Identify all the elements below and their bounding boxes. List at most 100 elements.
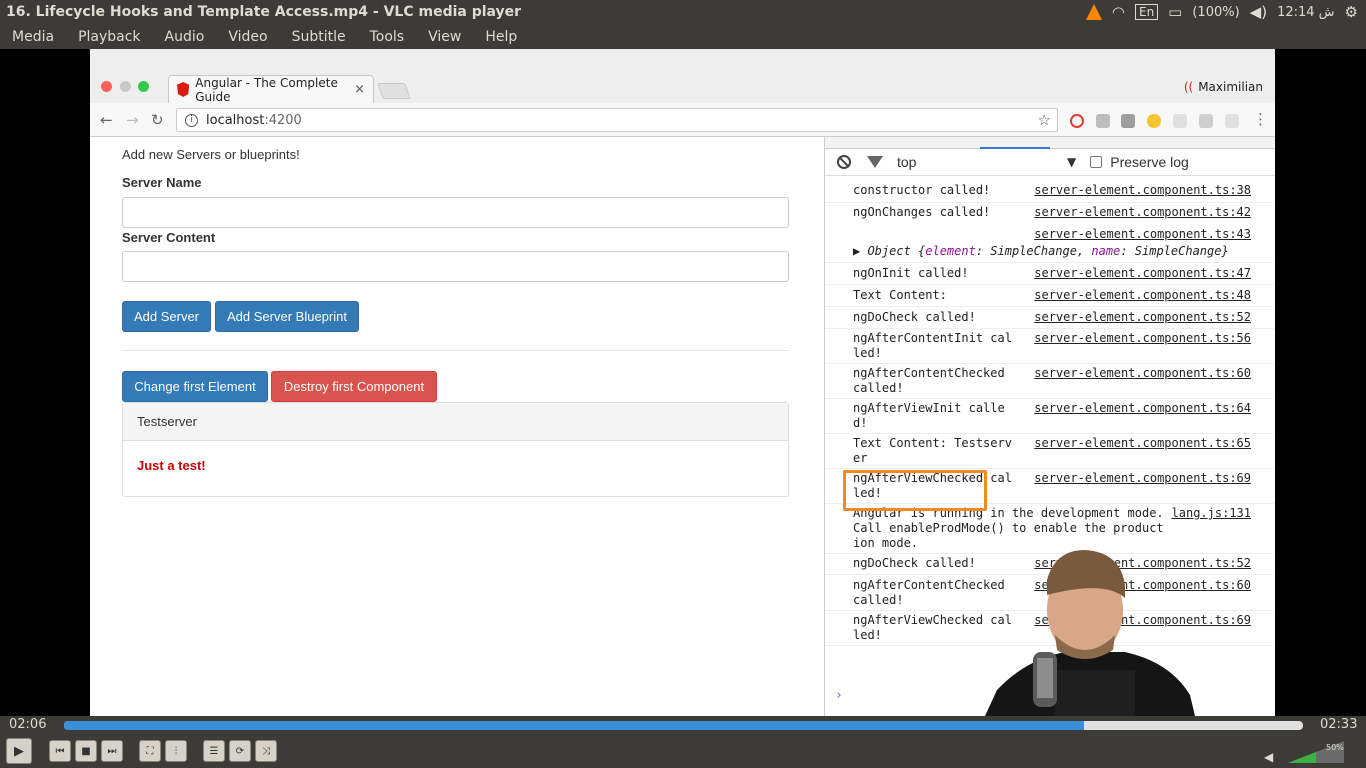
grid-extension-icon[interactable] — [1173, 114, 1187, 128]
image-extension-icon[interactable] — [1121, 114, 1135, 128]
profile-icon: (( — [1183, 80, 1194, 94]
seek-bar[interactable] — [64, 721, 1303, 730]
bookmark-star-icon[interactable]: ☆ — [1038, 111, 1051, 129]
log-message: ngAfterViewInit called! — [853, 401, 1005, 430]
log-separator — [825, 398, 1275, 399]
keyboard-layout-indicator[interactable]: En — [1134, 4, 1159, 20]
stop-button[interactable]: ■ — [75, 740, 97, 762]
gear-icon[interactable]: ⚙ — [1345, 3, 1358, 21]
log-source-link[interactable]: server-element.component.ts:38 — [1034, 183, 1251, 198]
back-arrow-icon[interactable]: ← — [100, 111, 113, 129]
reload-icon[interactable]: ↻ — [151, 111, 164, 129]
log-source-link[interactable]: server-element.component.ts:64 — [1034, 401, 1251, 416]
log-object-expander[interactable]: ▶ Object {element: SimpleChange, name: S… — [853, 244, 1229, 259]
log-source-link[interactable]: server-element.component.ts:52 — [1034, 310, 1251, 325]
fullscreen-button[interactable]: ⛶ — [139, 740, 161, 762]
divider — [122, 350, 789, 351]
seek-progress — [64, 721, 1084, 730]
playlist-icon: ☰ — [209, 745, 219, 757]
extended-settings-button[interactable]: ⫶ — [165, 740, 187, 762]
log-separator — [825, 262, 1275, 263]
total-time[interactable]: 02:33 — [1320, 717, 1357, 732]
preserve-log-checkbox[interactable] — [1090, 156, 1103, 168]
cast-extension-icon[interactable] — [1225, 114, 1239, 128]
panel-body: Just a test! — [137, 458, 206, 473]
menu-video[interactable]: Video — [216, 29, 279, 45]
volume-icon[interactable]: ◀) — [1250, 3, 1267, 21]
loop-icon: ⟳ — [235, 745, 245, 757]
fullscreen-icon: ⛶ — [146, 745, 154, 757]
window-title: 16. Lifecycle Hooks and Template Access.… — [6, 4, 522, 20]
context-selector[interactable]: top — [897, 154, 1067, 170]
clear-console-icon[interactable] — [837, 155, 851, 169]
vlc-cone-icon[interactable] — [1085, 4, 1102, 20]
battery-percent: (100%) — [1192, 4, 1240, 20]
menu-subtitle[interactable]: Subtitle — [280, 29, 358, 45]
menu-playback[interactable]: Playback — [66, 29, 152, 45]
server-content-input[interactable] — [122, 251, 789, 282]
maximize-window-icon[interactable] — [138, 81, 149, 92]
menu-audio[interactable]: Audio — [153, 29, 217, 45]
forward-arrow-icon[interactable]: → — [126, 111, 139, 129]
wifi-icon[interactable]: ◠ — [1112, 3, 1125, 21]
minimize-window-icon[interactable] — [120, 81, 131, 92]
moon-extension-icon[interactable] — [1147, 114, 1161, 128]
menu-media[interactable]: Media — [0, 29, 66, 45]
add-server-blueprint-button[interactable]: Add Server Blueprint — [215, 301, 359, 332]
chevron-down-icon[interactable]: ▼ — [1067, 155, 1076, 169]
log-source-link[interactable]: server-element.component.ts:56 — [1034, 331, 1251, 346]
log-source-link[interactable]: server-element.component.ts:42 — [1034, 205, 1251, 220]
preserve-log-label: Preserve log — [1110, 154, 1189, 170]
shuffle-button[interactable]: ⤨ — [255, 740, 277, 762]
add-server-button[interactable]: Add Server — [122, 301, 211, 332]
close-window-icon[interactable] — [101, 81, 112, 92]
log-source-link[interactable]: server-element.component.ts:69 — [1034, 471, 1251, 486]
highlight-box — [843, 470, 987, 511]
pen-extension-icon[interactable] — [1096, 114, 1110, 128]
log-source-link[interactable]: server-element.component.ts:43 — [1034, 227, 1251, 242]
browser-toolbar: ← → ↻ i localhost:4200 ☆ ⋮ — [90, 103, 1275, 137]
tab-close-icon[interactable]: × — [354, 82, 365, 97]
change-first-element-button[interactable]: Change first Element — [122, 371, 268, 402]
opera-extension-icon[interactable] — [1070, 114, 1084, 128]
profile-button[interactable]: (( Maximilian — [1184, 80, 1263, 94]
previous-icon: ⏮ — [55, 745, 65, 757]
log-separator — [825, 328, 1275, 329]
info-icon[interactable]: i — [185, 113, 198, 127]
menu-view[interactable]: View — [416, 29, 473, 45]
log-message: constructor called! — [853, 183, 991, 197]
destroy-first-component-button[interactable]: Destroy first Component — [271, 371, 437, 402]
log-source-link[interactable]: server-element.component.ts:60 — [1034, 366, 1251, 381]
menu-dots-icon[interactable]: ⋮ — [1253, 110, 1268, 128]
log-source-link[interactable]: server-element.component.ts:47 — [1034, 266, 1251, 281]
new-tab-button[interactable] — [377, 83, 411, 99]
server-content-label: Server Content — [122, 230, 216, 245]
menu-tools[interactable]: Tools — [358, 29, 417, 45]
filter-extension-icon[interactable] — [1199, 114, 1213, 128]
play-button[interactable]: ▶ — [6, 738, 32, 764]
next-button[interactable]: ⏭ — [101, 740, 123, 762]
menu-help[interactable]: Help — [473, 29, 529, 45]
log-message: ngOnChanges called! — [853, 205, 991, 219]
previous-button[interactable]: ⏮ — [49, 740, 71, 762]
angular-icon — [177, 82, 190, 97]
log-source-link[interactable]: lang.js:131 — [1172, 506, 1251, 521]
battery-icon[interactable]: ▭ — [1168, 3, 1182, 21]
clock[interactable]: 12:14 ش — [1277, 5, 1334, 20]
speaker-icon[interactable]: ◀ — [1264, 750, 1273, 764]
shuffle-icon: ⤨ — [262, 745, 270, 757]
loop-button[interactable]: ⟳ — [229, 740, 251, 762]
log-message: ngAfterContentInit called! — [853, 331, 1012, 360]
playlist-button[interactable]: ☰ — [203, 740, 225, 762]
log-source-link[interactable]: server-element.component.ts:65 — [1034, 436, 1251, 451]
console-prompt[interactable]: › — [835, 688, 843, 703]
log-message: Text Content: Testserver — [853, 436, 1012, 465]
browser-tab[interactable]: Angular - The Complete Guide × — [168, 75, 374, 104]
url-port: :4200 — [264, 112, 302, 128]
address-bar[interactable]: i localhost:4200 ☆ — [176, 108, 1058, 132]
filter-icon[interactable] — [867, 156, 883, 168]
server-name-input[interactable] — [122, 197, 789, 228]
elapsed-time[interactable]: 02:06 — [9, 717, 46, 732]
server-name-label: Server Name — [122, 175, 202, 190]
log-source-link[interactable]: server-element.component.ts:48 — [1034, 288, 1251, 303]
